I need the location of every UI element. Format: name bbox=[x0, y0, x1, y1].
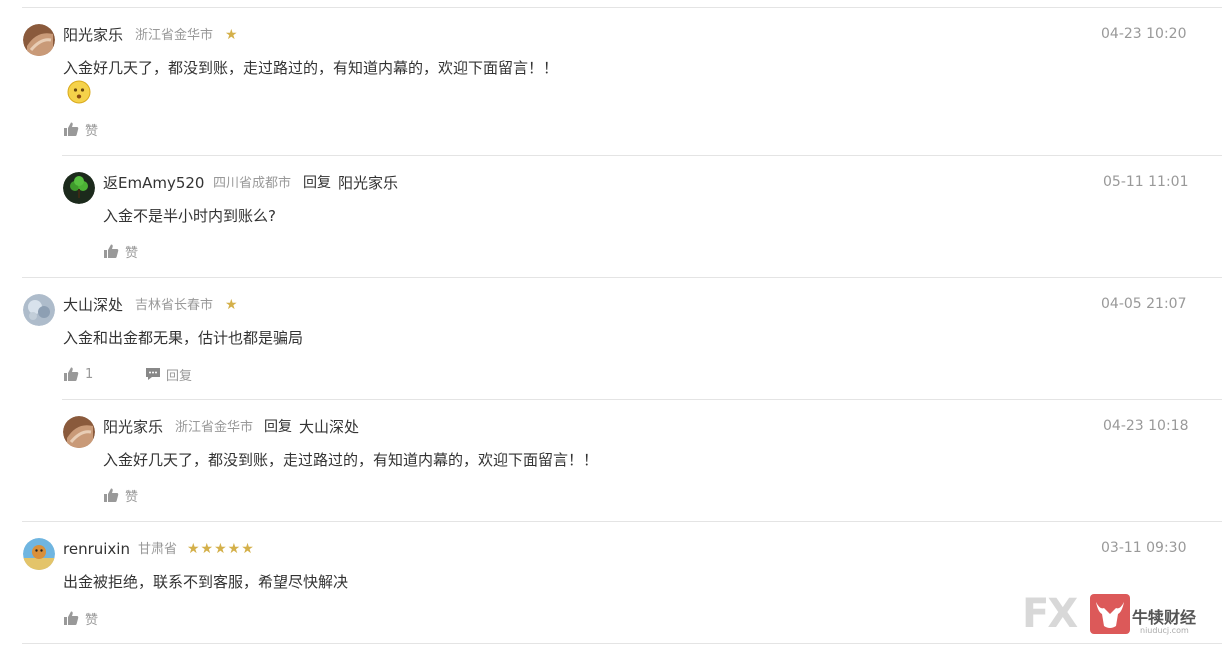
comment-icon bbox=[146, 368, 160, 380]
watermark-url: niuducj.com bbox=[1140, 626, 1189, 635]
user-location: 吉林省长春市 bbox=[135, 298, 214, 313]
comment-time: 05-11 11:01 bbox=[1103, 174, 1189, 190]
comment-time: 04-23 10:18 bbox=[1103, 418, 1189, 434]
avatar[interactable] bbox=[63, 172, 95, 204]
comment-time: 03-11 09:30 bbox=[1101, 540, 1187, 556]
like-label: 赞 bbox=[85, 612, 99, 628]
reply-button[interactable]: 回复 bbox=[145, 364, 192, 384]
comment-text: 入金不是半小时内到账么? bbox=[103, 207, 276, 225]
user-name[interactable]: 返EmAmy520 bbox=[103, 173, 204, 193]
rating-stars: ★ bbox=[225, 27, 239, 43]
reply-target-user[interactable]: 阳光家乐 bbox=[338, 173, 398, 193]
divider bbox=[22, 277, 1222, 278]
user-name[interactable]: 大山深处 bbox=[63, 295, 123, 315]
user-location: 甘肃省 bbox=[138, 542, 178, 557]
like-label: 赞 bbox=[125, 245, 139, 261]
reply-indicator: 回复 bbox=[303, 175, 331, 191]
thumbs-up-icon bbox=[64, 611, 79, 625]
avatar[interactable] bbox=[23, 538, 55, 570]
rating-stars: ★ bbox=[225, 297, 239, 313]
reply-label: 回复 bbox=[166, 368, 193, 384]
divider bbox=[22, 7, 1222, 8]
emoji-icon bbox=[67, 80, 91, 104]
user-location: 浙江省金华市 bbox=[135, 28, 214, 43]
comment-text: 入金和出金都无果，估计也都是骗局 bbox=[63, 329, 304, 347]
watermark: FX 牛犊财经 niuducj.com bbox=[1022, 590, 1222, 640]
thumbs-up-icon bbox=[104, 244, 119, 258]
user-location: 浙江省金华市 bbox=[175, 420, 254, 435]
like-count: 1 bbox=[85, 366, 94, 382]
comment-text: 出金被拒绝，联系不到客服，希望尽快解决 bbox=[63, 573, 349, 591]
avatar[interactable] bbox=[23, 24, 55, 56]
avatar[interactable] bbox=[63, 416, 95, 448]
thumbs-up-icon bbox=[64, 122, 79, 136]
comment-text: 入金好几天了，都没到账，走过路过的，有知道内幕的，欢迎下面留言！！ bbox=[63, 59, 559, 77]
like-label: 赞 bbox=[85, 123, 99, 139]
reply-indicator: 回复 bbox=[264, 419, 292, 435]
divider bbox=[22, 521, 1222, 522]
like-button[interactable]: 赞 bbox=[103, 241, 138, 261]
like-button[interactable]: 赞 bbox=[63, 119, 98, 139]
like-button[interactable]: 1 bbox=[63, 364, 93, 384]
thumbs-up-icon bbox=[64, 367, 79, 381]
thumbs-up-icon bbox=[104, 488, 119, 502]
watermark-mark: FX bbox=[1022, 591, 1078, 637]
comment-time: 04-23 10:20 bbox=[1101, 26, 1187, 42]
like-label: 赞 bbox=[125, 489, 139, 505]
divider bbox=[22, 643, 1222, 644]
watermark-brand: 牛犊财经 bbox=[1132, 608, 1197, 627]
like-button[interactable]: 赞 bbox=[103, 485, 138, 505]
comment-text: 入金好几天了，都没到账，走过路过的，有知道内幕的，欢迎下面留言！！ bbox=[103, 451, 599, 469]
like-button[interactable]: 赞 bbox=[63, 608, 98, 628]
comment-time: 04-05 21:07 bbox=[1101, 296, 1187, 312]
rating-stars: ★★★★★ bbox=[187, 541, 255, 557]
user-name[interactable]: 阳光家乐 bbox=[63, 25, 123, 45]
divider bbox=[62, 399, 1222, 400]
user-location: 四川省成都市 bbox=[213, 176, 292, 191]
user-name[interactable]: renruixin bbox=[63, 539, 130, 559]
reply-target-user[interactable]: 大山深处 bbox=[299, 417, 359, 437]
avatar[interactable] bbox=[23, 294, 55, 326]
divider bbox=[62, 155, 1222, 156]
user-name[interactable]: 阳光家乐 bbox=[103, 417, 163, 437]
